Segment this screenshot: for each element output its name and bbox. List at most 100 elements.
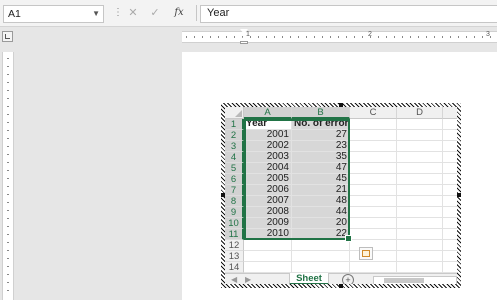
empty-cell[interactable] [350,196,397,207]
empty-cell[interactable] [244,240,292,251]
cell-errors[interactable]: 45 [292,174,350,185]
cancel-icon[interactable]: ✕ [124,5,142,21]
empty-cell[interactable] [292,240,350,251]
empty-cell[interactable] [350,251,397,262]
cell-errors[interactable]: 27 [292,130,350,141]
empty-cell[interactable] [443,218,457,229]
empty-cell[interactable] [443,251,457,262]
cell-year[interactable]: 2002 [244,141,292,152]
horizontal-scrollbar[interactable] [373,276,457,284]
column-header-c[interactable]: C [350,107,397,119]
cell-errors[interactable]: 20 [292,218,350,229]
empty-cell[interactable] [443,196,457,207]
empty-cell[interactable] [244,251,292,262]
cell-year[interactable]: 2007 [244,196,292,207]
row-header[interactable]: 11 [225,229,244,240]
row-header[interactable]: 7 [225,185,244,196]
empty-cell[interactable] [397,240,443,251]
empty-cell[interactable] [350,229,397,240]
tab-selector-icon[interactable] [2,31,13,42]
chevron-down-icon[interactable]: ▼ [92,9,100,18]
empty-cell[interactable] [397,130,443,141]
sheet-tab[interactable]: Sheet [289,273,329,284]
empty-cell[interactable] [443,130,457,141]
empty-cell[interactable] [350,262,397,273]
scroll-left-icon[interactable]: ◀ [231,274,237,284]
column-header-b[interactable]: B [292,107,350,119]
empty-cell[interactable] [397,163,443,174]
indent-markers[interactable] [240,29,248,45]
empty-cell[interactable] [397,119,443,130]
header-cell-errors[interactable]: No. of errors [292,119,350,130]
row-header[interactable]: 13 [225,251,244,262]
row-header[interactable]: 1 [225,119,244,130]
cell-year[interactable]: 2001 [244,130,292,141]
formula-input[interactable]: Year [200,5,497,23]
scroll-right-icon[interactable]: ▶ [245,274,251,284]
insert-function-icon[interactable]: fx [170,5,188,21]
empty-cell[interactable] [292,251,350,262]
empty-cell[interactable] [350,174,397,185]
cell-errors[interactable]: 44 [292,207,350,218]
row-header[interactable]: 2 [225,130,244,141]
empty-cell[interactable] [350,240,397,251]
cell-year[interactable]: 2009 [244,218,292,229]
header-cell-year[interactable]: Year [244,119,292,130]
empty-cell[interactable] [244,262,292,273]
empty-cell[interactable] [443,262,457,273]
empty-cell[interactable] [397,141,443,152]
empty-cell[interactable] [397,218,443,229]
empty-cell[interactable] [443,207,457,218]
select-all-corner[interactable] [225,107,244,119]
cell-year[interactable]: 2005 [244,174,292,185]
cell-year[interactable]: 2003 [244,152,292,163]
empty-cell[interactable] [443,152,457,163]
cell-errors[interactable]: 47 [292,163,350,174]
empty-cell[interactable] [397,251,443,262]
empty-cell[interactable] [443,163,457,174]
empty-cell[interactable] [397,174,443,185]
empty-cell[interactable] [350,119,397,130]
cell-errors[interactable]: 35 [292,152,350,163]
empty-cell[interactable] [443,229,457,240]
empty-cell[interactable] [443,174,457,185]
empty-cell[interactable] [397,229,443,240]
quick-analysis-button[interactable] [359,247,373,260]
row-header[interactable]: 10 [225,218,244,229]
empty-cell[interactable] [350,130,397,141]
cell-year[interactable]: 2004 [244,163,292,174]
empty-cell[interactable] [350,163,397,174]
cell-year[interactable]: 2010 [244,229,292,240]
cell-year[interactable]: 2006 [244,185,292,196]
empty-cell[interactable] [350,141,397,152]
row-header[interactable]: 6 [225,174,244,185]
row-header[interactable]: 14 [225,262,244,273]
row-header[interactable]: 3 [225,141,244,152]
column-header-d[interactable]: D [397,107,443,119]
empty-cell[interactable] [443,119,457,130]
empty-cell[interactable] [397,152,443,163]
empty-cell[interactable] [350,152,397,163]
row-header[interactable]: 9 [225,207,244,218]
empty-cell[interactable] [397,262,443,273]
resize-handle[interactable] [457,193,461,197]
empty-cell[interactable] [443,185,457,196]
empty-cell[interactable] [292,262,350,273]
cell-errors[interactable]: 22 [292,229,350,240]
resize-handle[interactable] [339,284,343,288]
empty-cell[interactable] [350,207,397,218]
column-header-a[interactable]: A [244,107,292,119]
empty-cell[interactable] [443,240,457,251]
empty-cell[interactable] [397,196,443,207]
cell-errors[interactable]: 23 [292,141,350,152]
row-header[interactable]: 4 [225,152,244,163]
cell-year[interactable]: 2008 [244,207,292,218]
row-header[interactable]: 8 [225,196,244,207]
cell-errors[interactable]: 21 [292,185,350,196]
column-header-e[interactable] [443,107,457,119]
row-header[interactable]: 12 [225,240,244,251]
name-box[interactable]: A1 ▼ [3,5,104,23]
empty-cell[interactable] [397,185,443,196]
cell-errors[interactable]: 48 [292,196,350,207]
enter-check-icon[interactable]: ✓ [146,5,164,21]
